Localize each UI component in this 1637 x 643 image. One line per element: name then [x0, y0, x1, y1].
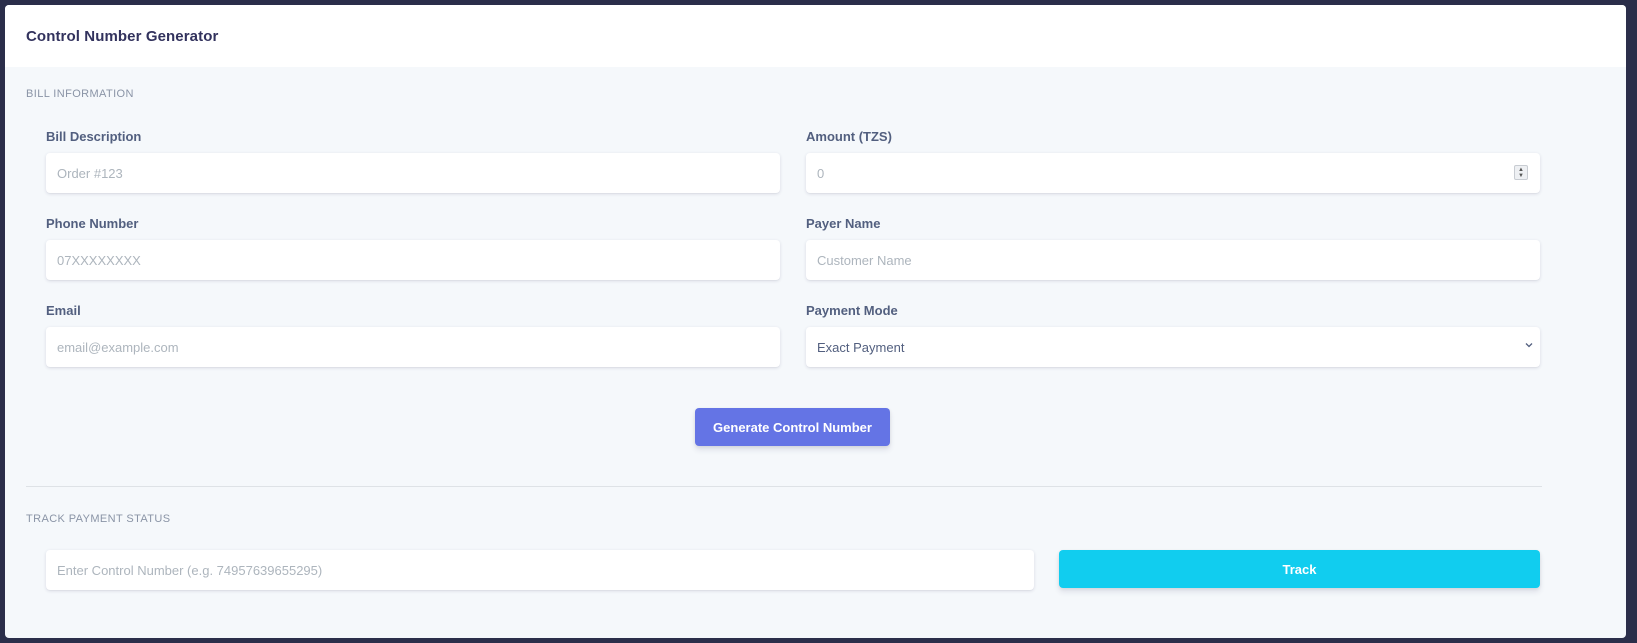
- payer-name-label: Payer Name: [806, 216, 881, 231]
- chevron-down-icon: [1524, 340, 1534, 353]
- amount-input[interactable]: 0 ▲ ▼: [806, 153, 1540, 193]
- bill-description-input[interactable]: Order #123: [46, 153, 780, 193]
- email-placeholder: email@example.com: [57, 339, 179, 355]
- phone-number-placeholder: 07XXXXXXXX: [57, 252, 141, 268]
- payer-name-input[interactable]: Customer Name: [806, 240, 1540, 280]
- bill-description-label: Bill Description: [46, 129, 142, 144]
- email-label: Email: [46, 303, 81, 318]
- payment-mode-label: Payment Mode: [806, 303, 898, 318]
- control-number-placeholder: Enter Control Number (e.g. 7495763965529…: [57, 562, 323, 578]
- track-button[interactable]: Track: [1059, 550, 1540, 588]
- payment-mode-select[interactable]: Exact Payment: [806, 327, 1540, 367]
- page-title: Control Number Generator: [26, 27, 219, 45]
- generate-control-number-button[interactable]: Generate Control Number: [695, 408, 890, 446]
- section-divider: [26, 486, 1542, 487]
- amount-placeholder: 0: [817, 165, 825, 181]
- control-number-input[interactable]: Enter Control Number (e.g. 7495763965529…: [46, 550, 1034, 590]
- payment-mode-selected: Exact Payment: [817, 339, 905, 355]
- payer-name-placeholder: Customer Name: [817, 252, 912, 268]
- track-payment-status-heading: TRACK PAYMENT STATUS: [26, 513, 171, 525]
- amount-label: Amount (TZS): [806, 129, 892, 144]
- email-input[interactable]: email@example.com: [46, 327, 780, 367]
- phone-number-label: Phone Number: [46, 216, 139, 231]
- number-spinner-icon[interactable]: ▲ ▼: [1514, 165, 1528, 180]
- bill-description-placeholder: Order #123: [57, 165, 123, 181]
- page-edge: [1628, 0, 1637, 643]
- phone-number-input[interactable]: 07XXXXXXXX: [46, 240, 780, 280]
- control-number-card: Control Number Generator BILL INFORMATIO…: [5, 5, 1626, 638]
- bill-information-heading: BILL INFORMATION: [26, 88, 134, 100]
- card-header: Control Number Generator: [5, 5, 1626, 67]
